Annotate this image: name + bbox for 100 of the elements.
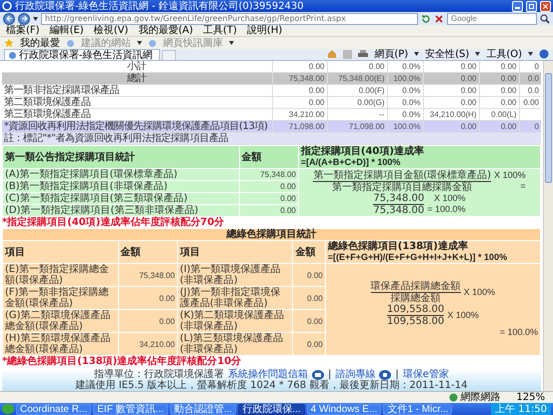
- menu-item[interactable]: 說明(H): [246, 25, 282, 36]
- star-icon: [4, 38, 14, 48]
- formula-text: = 100.0%: [427, 204, 466, 215]
- row-label: 小計: [2, 61, 272, 72]
- fraction: 第一類指定採購項目金額(環保標章產品) 第一類指定採購項目總採購金額: [313, 170, 492, 192]
- table-cell: 0.0: [519, 84, 541, 96]
- table-cell: 0.00: [239, 204, 298, 216]
- table-cell: 75,348.00: [272, 72, 327, 84]
- zone-label: 網際網路: [460, 392, 500, 403]
- table-cell: (A)第一類指定採購項目(環保標章產品): [2, 168, 240, 180]
- note-text: *指定採購項目(40項)達成率佔年度評核配分70分: [2, 217, 226, 228]
- print-icon[interactable]: [358, 50, 368, 58]
- taskbar-item[interactable]: 文件1 - Micr...: [383, 404, 452, 414]
- table-cell: 34,210.00: [272, 108, 327, 120]
- menu-item[interactable]: 檔案(F): [6, 25, 40, 36]
- table-cell: 0.00: [423, 96, 479, 108]
- table-cell: 75,348.00: [118, 264, 178, 286]
- fraction: 109,558.00 109,558.00: [386, 304, 444, 327]
- footer-link[interactable]: 環保e管家: [402, 369, 449, 380]
- taskbar-item[interactable]: 4 Windows E...: [306, 404, 382, 414]
- taskbar-item[interactable]: Coordinate R...: [16, 404, 92, 414]
- table-cell: (L)第三類環境保護產品(非環保產品): [177, 332, 293, 356]
- column-header: 第一類公告指定採購項目統計: [2, 146, 240, 168]
- taskbar-item[interactable]: EIF 數管資訊...: [93, 404, 168, 414]
- column-header: 項目: [2, 240, 118, 264]
- address-field[interactable]: http://greenliving.epa.gov.tw/GreenLife/greenPurchase/gp/ReportPrint.aspx: [41, 12, 418, 24]
- table-cell: 34,210.00: [118, 332, 178, 356]
- table-cell: (K)第二類環境保護產品(非環保產品): [177, 310, 293, 332]
- browser-icon: [2, 1, 12, 11]
- table-cell: 0.00: [272, 84, 327, 96]
- table-cell: 0.00: [423, 84, 479, 96]
- table-cell: (G)第二類環境保護產品總金額(環保產品): [2, 310, 118, 332]
- taskbar-item[interactable]: 動合認證管...: [170, 404, 236, 414]
- table-cell: 0.00: [479, 96, 519, 108]
- footer-link[interactable]: 系統操作問題信箱: [228, 369, 308, 380]
- command-button[interactable]: 工具(O): [486, 48, 522, 60]
- table-cell: 75,348.00: [239, 168, 298, 180]
- table-cell: 0.00(F): [327, 84, 387, 96]
- search-field[interactable]: Google: [447, 12, 537, 24]
- stop-icon[interactable]: [434, 14, 444, 24]
- table-cell: 0.00: [479, 120, 519, 132]
- close-icon: [543, 4, 548, 8]
- menu-item[interactable]: 工具(T): [203, 25, 237, 36]
- table-cell: 0.00: [239, 192, 298, 204]
- caret-icon: [137, 41, 142, 45]
- footer-link[interactable]: 諮詢專線: [335, 369, 376, 380]
- table-cell: 0.00: [423, 72, 479, 84]
- favorites-button[interactable]: 我的最愛: [20, 38, 60, 48]
- fraction: 環保產品採購總金額 採購總金額: [370, 281, 461, 304]
- minimize-button[interactable]: [512, 0, 523, 12]
- maximize-button[interactable]: [526, 0, 537, 12]
- table-cell: 0.00: [272, 96, 327, 108]
- table-cell: 100.0%: [387, 120, 423, 132]
- table-cell: 34,210.00(H): [423, 108, 479, 120]
- table-cell: (D)第一類指定採購項目(第三類非環保產品): [2, 204, 240, 216]
- menu-item[interactable]: 編輯(E): [50, 25, 84, 36]
- table-cell: 0.00(G): [327, 96, 387, 108]
- column-header: 金額: [292, 240, 326, 264]
- clock-text: 上午 11:50: [495, 404, 547, 414]
- table-cell: 0.00: [118, 286, 178, 310]
- search-icon[interactable]: [540, 14, 550, 24]
- forward-button[interactable]: [18, 12, 30, 24]
- table-cell: 0.00: [118, 310, 178, 332]
- table-cell: 0.00: [479, 72, 519, 84]
- row-label: 第三類環境保護產品: [2, 108, 272, 120]
- start-button[interactable]: [2, 404, 14, 414]
- factor-text: X 100%: [494, 170, 526, 181]
- back-button[interactable]: [3, 12, 15, 24]
- command-button[interactable]: 安全性(S): [425, 48, 470, 60]
- taskbar-item[interactable]: 行政院環保...: [238, 404, 305, 414]
- menu-item[interactable]: 我的最愛(A): [138, 25, 193, 36]
- table-cell: 100.0%: [387, 72, 423, 84]
- column-header: 總綠色採購項目(138項)達成率 =[(E+F+G+H)/(E+F+G+H+I+J+K+L)] * 100%: [325, 240, 540, 264]
- mail-icon: [312, 370, 324, 380]
- refresh-icon[interactable]: [421, 14, 431, 24]
- scrollbar[interactable]: [543, 61, 553, 391]
- table-cell: 0.00: [479, 61, 519, 72]
- table-cell: 0.00: [423, 61, 479, 72]
- table-cell: (C)第一類指定採購項目(第三類環保產品): [2, 192, 240, 204]
- maximize-icon: [529, 4, 534, 8]
- formula-text: =: [520, 181, 526, 192]
- table-cell: (E)第一類指定採購總金額(環保產品): [2, 264, 118, 286]
- caret-icon: [475, 52, 480, 56]
- close-button[interactable]: [540, 0, 551, 12]
- separator-text: |: [395, 369, 399, 380]
- command-button[interactable]: 網頁(P): [374, 48, 408, 60]
- factor-text: X 100%: [434, 193, 466, 204]
- page-icon: [148, 38, 157, 48]
- zoom-button[interactable]: 125%: [516, 392, 545, 403]
- table-cell: 0.00: [479, 84, 519, 96]
- table-cell: 0.0%: [387, 84, 423, 96]
- fraction: 75,348.00 75,348.00: [373, 192, 424, 216]
- factor-text: X 100%: [447, 310, 479, 321]
- table-cell: (I)第一類環境保護產品(非環保產品): [177, 264, 293, 286]
- table-cell: 71,098.00: [327, 120, 387, 132]
- table-cell: (H)第三類環境保護產品總金額(環保產品): [2, 332, 118, 356]
- table-cell: (J)第一類非指定環境保護產品(非環保產品): [177, 286, 293, 310]
- phone-icon: [379, 370, 392, 380]
- browser-tab[interactable]: 行政院環保署-綠色生活資訊網: [4, 49, 160, 60]
- menu-item[interactable]: 檢視(V): [94, 25, 128, 36]
